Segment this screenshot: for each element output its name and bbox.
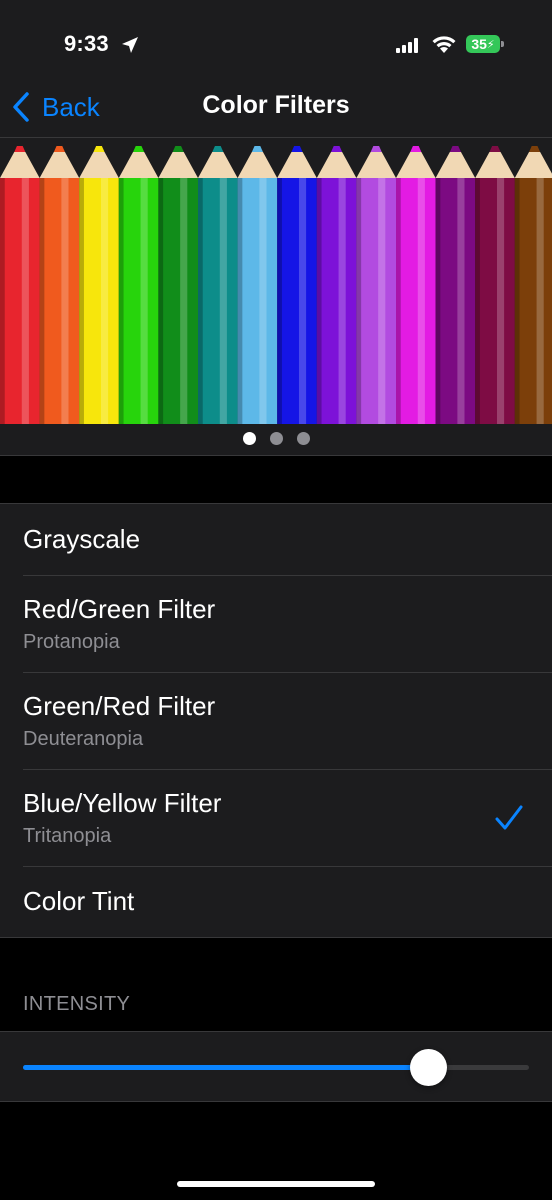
page-dot[interactable] bbox=[242, 432, 256, 445]
home-indicator[interactable] bbox=[177, 1181, 375, 1187]
filter-option-label: Grayscale bbox=[23, 524, 141, 554]
pencil bbox=[316, 146, 357, 424]
pencil bbox=[158, 146, 198, 424]
pencil bbox=[514, 146, 552, 424]
filter-option-sublabel: Tritanopia bbox=[23, 824, 112, 847]
pencil bbox=[39, 146, 80, 424]
pencil bbox=[277, 146, 317, 424]
page-dot[interactable] bbox=[269, 432, 283, 445]
filter-preview[interactable] bbox=[0, 138, 552, 456]
pencil bbox=[356, 146, 396, 424]
slider-thumb[interactable] bbox=[409, 1049, 447, 1086]
navigation-bar: Back Color Filters bbox=[0, 88, 552, 138]
pencil bbox=[79, 146, 119, 424]
pencil bbox=[0, 146, 40, 424]
filter-option-label: Color Tint bbox=[23, 886, 135, 916]
checkmark-icon bbox=[495, 805, 523, 829]
filter-option-label: Green/Red Filter bbox=[23, 690, 216, 721]
colored-pencils-image bbox=[0, 146, 552, 424]
pencil bbox=[198, 146, 238, 424]
page-dot[interactable] bbox=[296, 432, 310, 445]
battery-tip bbox=[501, 41, 504, 47]
slider-fill bbox=[23, 1065, 428, 1070]
intensity-header: INTENSITY bbox=[23, 993, 131, 1015]
location-arrow-icon bbox=[122, 37, 138, 53]
status-time: 9:33 bbox=[64, 31, 109, 56]
pencil bbox=[118, 146, 159, 424]
battery-level: 35 bbox=[471, 36, 487, 52]
intensity-slider[interactable] bbox=[23, 1032, 529, 1103]
filter-option[interactable]: Grayscale bbox=[0, 504, 552, 575]
pencil bbox=[475, 146, 515, 424]
page-title: Color Filters bbox=[202, 91, 350, 119]
battery-icon: 35 ⚡ bbox=[466, 35, 500, 53]
filter-option[interactable]: Red/Green Filter Protanopia bbox=[0, 575, 552, 672]
filter-option-sublabel: Deuteranopia bbox=[23, 727, 144, 750]
filter-option-label: Blue/Yellow Filter bbox=[23, 787, 222, 818]
filter-option-sublabel: Protanopia bbox=[23, 630, 120, 653]
status-bar: 9:33 35 ⚡ bbox=[0, 0, 552, 88]
cellular-signal-icon bbox=[396, 38, 420, 53]
pencil bbox=[435, 146, 476, 424]
pencil bbox=[396, 146, 436, 424]
page-indicator[interactable] bbox=[0, 432, 552, 445]
filter-option[interactable]: Blue/Yellow Filter Tritanopia bbox=[0, 769, 552, 866]
filter-option[interactable]: Green/Red Filter Deuteranopia bbox=[0, 672, 552, 769]
intensity-panel bbox=[0, 1031, 552, 1102]
filter-options-list: Grayscale Red/Green Filter Protanopia Green… bbox=[0, 503, 552, 938]
pencil bbox=[237, 146, 278, 424]
filter-option[interactable]: Color Tint bbox=[0, 866, 552, 937]
filter-option-label: Red/Green Filter bbox=[23, 593, 216, 624]
wifi-icon bbox=[432, 36, 456, 53]
